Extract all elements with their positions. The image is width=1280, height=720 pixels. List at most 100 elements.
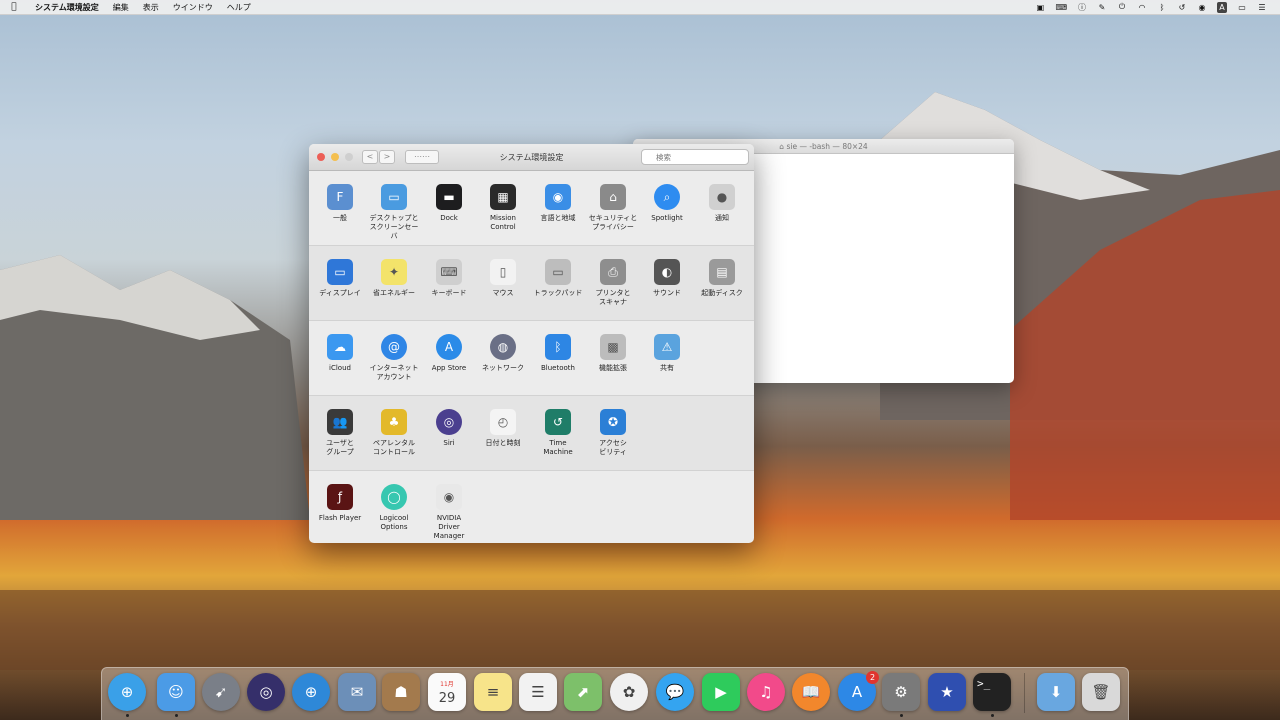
pref-pane-siri[interactable]: ◎ Siri [422, 409, 476, 448]
pref-pane-label: 起動ディスク [701, 289, 743, 297]
pref-pane-label: Mission Control [490, 214, 516, 231]
dock-safari-icon[interactable]: ⊕ [292, 673, 330, 711]
extensions-icon: ▩ [600, 334, 626, 360]
dock-finder-icon[interactable]: ☺ [157, 673, 195, 711]
pref-pane-house-security[interactable]: ⌂ セキュリティと プライバシー [586, 184, 640, 232]
menu-help[interactable]: ヘルプ [220, 2, 258, 13]
dock-notes-icon[interactable]: ≡ [474, 673, 512, 711]
dock-downloads-icon[interactable]: ⬇ [1037, 673, 1075, 711]
pref-pane-trackpad[interactable]: ▭ トラックパッド [531, 259, 585, 298]
dock-imovie-icon[interactable]: ★ [928, 673, 966, 711]
pref-pane-label: 共有 [660, 364, 674, 372]
spotlight-icon: ⌕ [654, 184, 680, 210]
dock-contacts-icon[interactable]: ☗ [382, 673, 420, 711]
timer-icon[interactable]: ⏻ [1117, 2, 1127, 13]
clock-icon: ◴ [490, 409, 516, 435]
close-button[interactable] [317, 153, 325, 161]
trackpad-icon: ▭ [545, 259, 571, 285]
calendar-month: 11月 [440, 681, 454, 688]
list-icon[interactable]: ☰ [1257, 2, 1267, 13]
input-source-icon[interactable]: A [1217, 1, 1227, 13]
pref-pane-speaker[interactable]: ◐ サウンド [640, 259, 694, 298]
search-input[interactable] [641, 149, 749, 165]
pref-pane-energy-saver[interactable]: ✦ 省エネルギー [367, 259, 421, 298]
pref-pane-mouse[interactable]: ▯ マウス [476, 259, 530, 298]
dock-trash-icon[interactable]: 🗑 [1082, 673, 1120, 711]
pref-pane-printer[interactable]: ⎙ プリンタと スキャナ [586, 259, 640, 307]
dock-photos-icon[interactable]: ✿ [610, 673, 648, 711]
pref-pane-startup-disk[interactable]: ▤ 起動ディスク [695, 259, 749, 298]
pref-pane-label: ネットワーク [482, 364, 524, 372]
dock-reminders-icon[interactable]: ☰ [519, 673, 557, 711]
dock-safari-icon[interactable]: ⊕ [108, 673, 146, 711]
dock-launchpad-icon[interactable]: ➹ [202, 673, 240, 711]
mouse-icon: ▯ [490, 259, 516, 285]
pref-pane-label: 日付と時刻 [485, 439, 521, 447]
wifi-icon[interactable]: ◠ [1137, 2, 1147, 13]
keyboard-input-icon[interactable]: ⌨ [1055, 2, 1067, 13]
apple-menu-icon[interactable]:  [0, 2, 28, 12]
dock-siri-icon[interactable]: ◎ [247, 673, 285, 711]
bluetooth-icon[interactable]: ᛒ [1157, 2, 1167, 13]
pref-pane-extensions[interactable]: ▩ 機能拡張 [586, 334, 640, 373]
dock-messages-icon[interactable]: 💬 [656, 673, 694, 711]
time-machine-icon[interactable]: ↺ [1177, 2, 1187, 13]
pref-pane-display[interactable]: ▭ ディスプレイ [313, 259, 367, 298]
pref-pane-mission-control[interactable]: ▦ Mission Control [476, 184, 530, 232]
pen-icon[interactable]: ✎ [1097, 2, 1107, 13]
pref-pane-flash-player[interactable]: ƒ Flash Player [313, 484, 367, 523]
pref-pane-general[interactable]: F 一般 [313, 184, 367, 223]
pref-pane-keyboard[interactable]: ⌨ キーボード [422, 259, 476, 298]
pref-pane-parental-controls[interactable]: ♣ ペアレンタル コントロール [367, 409, 421, 457]
pref-pane-dock[interactable]: ▬ Dock [422, 184, 476, 223]
dock-calendar-icon[interactable]: 11月 29 [428, 673, 466, 711]
user-icon[interactable]: ◉ [1197, 2, 1207, 13]
network-icon: ◍ [490, 334, 516, 360]
menu-bar:  システム環境設定 編集 表示 ウインドウ ヘルプ ▣ ⌨ ⓘ ✎ ⏻ ◠ ᛒ… [0, 0, 1280, 15]
minimize-button[interactable] [331, 153, 339, 161]
pref-pane-users[interactable]: 👥 ユーザと グループ [313, 409, 367, 457]
pref-pane-accessibility[interactable]: ✪ アクセシ ビリティ [586, 409, 640, 457]
dock-ibooks-icon[interactable]: 📖 [792, 673, 830, 711]
pref-pane-globe[interactable]: ◉ 言語と地域 [531, 184, 585, 223]
pref-pane-sharing[interactable]: ⚠ 共有 [640, 334, 694, 373]
pref-pane-label: デスクトップと スクリーンセーバ [369, 214, 419, 240]
dock-terminal-icon[interactable]: >_ [973, 673, 1011, 711]
menu-window[interactable]: ウインドウ [166, 2, 220, 13]
forward-button[interactable]: > [379, 150, 395, 164]
pref-pane-spotlight[interactable]: ⌕ Spotlight [640, 184, 694, 223]
info-icon[interactable]: ⓘ [1077, 2, 1087, 13]
dock-facetime-icon[interactable]: ▶ [702, 673, 740, 711]
menu-edit[interactable]: 編集 [106, 2, 136, 13]
screen-mirror-icon[interactable]: ▣ [1035, 2, 1045, 13]
pref-pane-label: 機能拡張 [599, 364, 627, 372]
running-indicator [126, 714, 129, 717]
pref-pane-app-store[interactable]: A App Store [422, 334, 476, 373]
dock-system-preferences-icon[interactable]: ⚙ [882, 673, 920, 711]
pref-pane-bluetooth[interactable]: ᛒ Bluetooth [531, 334, 585, 373]
dock-mail-icon[interactable]: ✉ [338, 673, 376, 711]
pref-pane-network[interactable]: ◍ ネットワーク [476, 334, 530, 373]
dock-separator [1024, 673, 1025, 713]
show-all-grid-button[interactable]: ⋯⋯ [405, 150, 439, 164]
pref-pane-desktop[interactable]: ▭ デスクトップと スクリーンセーバ [367, 184, 421, 241]
pref-pane-notifications[interactable]: ● 通知 [695, 184, 749, 223]
back-button[interactable]: < [362, 150, 378, 164]
battery-icon[interactable]: ▭ [1237, 2, 1247, 13]
dock-itunes-icon[interactable]: ♫ [747, 673, 785, 711]
menu-app-name[interactable]: システム環境設定 [28, 2, 106, 13]
pref-pane-logicool-options[interactable]: ◯ Logicool Options [367, 484, 421, 532]
bluetooth-icon: ᛒ [545, 334, 571, 360]
zoom-button[interactable] [345, 153, 353, 161]
dock-maps-icon[interactable]: ⬈ [564, 673, 602, 711]
pref-pane-internet-accounts[interactable]: @ インターネット アカウント [367, 334, 421, 382]
pref-pane-label: Flash Player [318, 514, 362, 522]
pref-pane-clock[interactable]: ◴ 日付と時刻 [476, 409, 530, 448]
pref-pane-label: 通知 [715, 214, 729, 222]
pref-pane-icloud[interactable]: ☁ iCloud [313, 334, 367, 373]
internet-accounts-icon: @ [381, 334, 407, 360]
energy-saver-icon: ✦ [381, 259, 407, 285]
pref-pane-time-machine[interactable]: ↺ Time Machine [531, 409, 585, 457]
menu-view[interactable]: 表示 [136, 2, 166, 13]
pref-pane-nvidia[interactable]: ◉ NVIDIA Driver Manager [422, 484, 476, 541]
